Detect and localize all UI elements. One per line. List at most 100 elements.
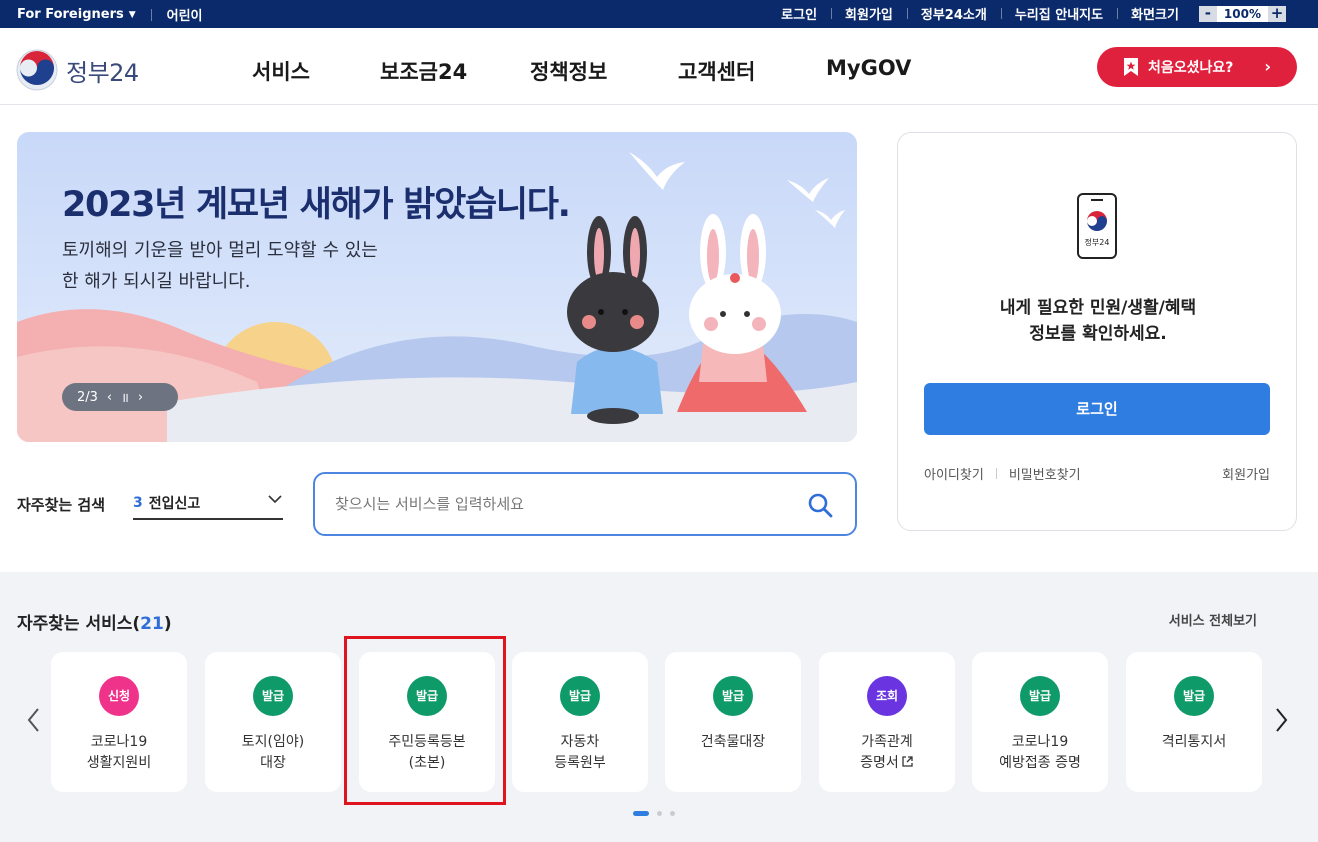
about-link[interactable]: 정부24소개 [906,4,1001,23]
phone-label: 정부24 [1085,237,1110,247]
nav-policy-info[interactable]: 정책정보 [530,56,607,86]
service-card-land-register[interactable]: 발급 토지(임야) 대장 [205,652,341,792]
service-badge: 발급 [1020,676,1060,716]
frequent-search-label: 자주찾는 검색 [17,496,106,514]
zoom-out-button[interactable]: - [1198,5,1217,22]
service-card-vehicle-register[interactable]: 발급 자동차 등록원부 [512,652,648,792]
service-card-quarantine-notice[interactable]: 발급 격리통지서 [1126,652,1262,792]
signup-link-card[interactable]: 회원가입 [1222,464,1270,483]
find-password-link[interactable]: 비밀번호찾기 [1009,464,1081,483]
service-name-line-2: 생활지원비 [86,755,152,771]
service-search-input[interactable] [335,490,775,518]
service-name: 자동차 등록원부 [512,732,648,774]
frequent-search-select[interactable]: 3 전입신고 [133,488,283,520]
banner-line-2: 한 해가 되시길 바랍니다. [62,271,251,292]
login-message-line-2: 정보를 확인하세요. [1029,324,1167,344]
service-badge: 발급 [253,676,293,716]
service-card-covid-living-support[interactable]: 신청 코로나19 생활지원비 [51,652,187,792]
zoom-value: 100% [1216,5,1268,22]
login-button[interactable]: 로그인 [924,383,1270,435]
service-card-covid-vaccination-certificate[interactable]: 발급 코로나19 예방접종 증명 [972,652,1108,792]
chevron-right-icon: › [1264,57,1271,76]
selection-highlight-box [344,636,506,805]
banner-page-indicator: 2/3 [77,389,98,405]
frequent-services-section: 자주찾는 서비스(21) 서비스 전체보기 신청 코로나19 생활지원비 발급 … [0,572,1318,842]
carousel-prev-icon[interactable] [24,706,44,734]
frequent-search-rank: 3 [133,495,143,511]
banner-prev-icon[interactable]: ‹ [107,390,112,405]
service-name: 건축물대장 [665,732,801,753]
service-name: 토지(임야) 대장 [205,732,341,774]
login-message-line-1: 내게 필요한 민원/생활/혜택 [999,298,1197,318]
service-name-line-1: 가족관계 [861,734,913,750]
service-name: 격리통지서 [1126,732,1262,753]
chevron-down-icon [268,495,282,504]
service-search-box [313,472,857,536]
service-name-line-1: 코로나19 [1011,734,1069,750]
first-visit-button[interactable]: 처음오셨나요? › [1097,47,1297,87]
service-badge: 신청 [99,676,139,716]
find-id-link[interactable]: 아이디찾기 [924,464,984,483]
banner-pager: 2/3 ‹ ॥ › [62,383,178,411]
banner-title: 2023년 계묘년 새해가 밝았습니다. [62,185,571,225]
site-logo[interactable]: 정부24 [16,49,139,91]
for-foreigners-menu[interactable]: For Foreigners ▼ [17,7,136,22]
service-card-building-register[interactable]: 발급 건축물대장 [665,652,801,792]
service-name-line-1: 토지(임야) [241,734,305,750]
caret-down-icon: ▼ [128,9,136,20]
bookmark-star-icon [1124,58,1138,76]
external-link-icon [902,756,913,767]
kids-link[interactable]: 어린이 [167,5,203,24]
site-header: 정부24 서비스 보조금24 정책정보 고객센터 MyGOV 처음오셨나요? › [0,28,1318,105]
nav-subsidy24[interactable]: 보조금24 [380,56,467,86]
service-name-line-2-wrap: 증명서 [819,753,955,774]
banner-next-icon[interactable]: › [138,390,143,405]
login-card: 정부24 내게 필요한 민원/생활/혜택 정보를 확인하세요. 로그인 아이디찾… [897,132,1297,531]
service-card-family-relation-certificate[interactable]: 조회 가족관계 증명서 [819,652,955,792]
service-name: 가족관계 증명서 [819,732,955,774]
login-link[interactable]: 로그인 [767,4,831,23]
taegeuk-logo-icon [16,49,58,91]
service-name-line-1: 격리통지서 [1161,734,1227,750]
service-name-line-2: 증명서 [860,755,899,771]
service-name-line-1: 코로나19 [90,734,148,750]
carousel-dot[interactable] [670,811,675,816]
zoom-control: - 100% + [1198,5,1286,22]
frequent-services-title-end: ) [163,614,172,634]
service-name-line-1: 건축물대장 [700,734,766,750]
for-foreigners-label: For Foreigners [17,7,124,22]
frequent-services-title-text: 자주찾는 서비스( [17,614,141,634]
carousel-dot-active[interactable] [633,811,649,816]
carousel-dot[interactable] [657,811,662,816]
carousel-pagination [633,811,683,816]
view-all-services-link[interactable]: 서비스 전체보기 [1169,610,1257,629]
frequent-search-term: 전입신고 [148,496,201,512]
signup-link[interactable]: 회원가입 [831,4,907,23]
service-name-line-2: 등록원부 [554,755,606,771]
logo-text: 정부24 [66,58,139,87]
service-name: 코로나19 생활지원비 [51,732,187,774]
search-icon[interactable] [807,492,833,518]
main-banner[interactable]: 2023년 계묘년 새해가 밝았습니다. 토끼해의 기운을 받아 멀리 도약할 … [17,132,857,442]
nav-services[interactable]: 서비스 [252,56,310,86]
service-badge: 발급 [560,676,600,716]
carousel-next-icon[interactable] [1271,706,1291,734]
nav-mygov[interactable]: MyGOV [826,56,911,80]
mobile-gov24-icon: 정부24 [1077,193,1117,259]
service-badge: 발급 [1174,676,1214,716]
nav-customer-center[interactable]: 고객센터 [678,56,755,86]
service-name: 코로나19 예방접종 증명 [972,732,1108,774]
service-name-line-1: 자동차 [560,734,600,750]
service-badge: 발급 [713,676,753,716]
first-visit-label: 처음오셨나요? [1148,60,1234,76]
banner-line-1: 토끼해의 기운을 받아 멀리 도약할 수 있는 [62,240,378,261]
login-message: 내게 필요한 민원/생활/혜택 정보를 확인하세요. [898,295,1298,347]
service-badge: 조회 [867,676,907,716]
banner-pause-icon[interactable]: ॥ [121,388,129,406]
zoom-label: 화면크기 [1117,4,1193,23]
frequent-services-count: 21 [140,614,164,634]
account-links: 아이디찾기 비밀번호찾기 [924,464,1081,483]
service-name-line-2: 예방접종 증명 [999,755,1081,771]
sitemap-link[interactable]: 누리집 안내지도 [1000,4,1117,23]
zoom-in-button[interactable]: + [1268,5,1286,22]
